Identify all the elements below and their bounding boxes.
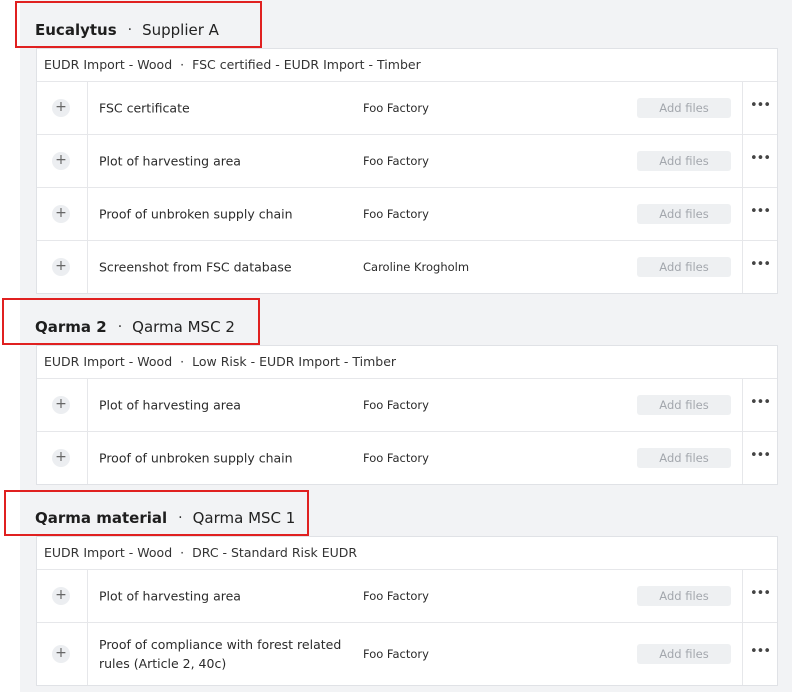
document-owner: Foo Factory (363, 647, 429, 661)
document-row: + Proof of unbroken supply chain Foo Fac… (37, 188, 777, 241)
menu-cell: ••• (742, 379, 777, 431)
menu-cell: ••• (742, 135, 777, 187)
separator-dot: · (180, 545, 185, 560)
card-title: EUDR Import - Wood · FSC certified - EUDR … (37, 49, 777, 82)
expand-cell: + (37, 135, 88, 187)
document-name: Proof of compliance with forest related … (99, 637, 342, 671)
menu-cell: ••• (742, 188, 777, 240)
more-horizontal-icon[interactable]: ••• (743, 449, 777, 463)
more-horizontal-icon[interactable]: ••• (743, 396, 777, 410)
more-horizontal-icon[interactable]: ••• (743, 152, 777, 166)
plus-icon[interactable]: + (52, 645, 70, 663)
more-horizontal-icon[interactable]: ••• (743, 258, 777, 272)
plus-icon[interactable]: + (52, 205, 70, 223)
requirement-card: EUDR Import - Wood · FSC certified - EUDR … (36, 48, 778, 294)
plus-icon[interactable]: + (52, 587, 70, 605)
expand-cell: + (37, 379, 88, 431)
document-owner: Foo Factory (363, 451, 429, 465)
add-files-button[interactable]: Add files (637, 586, 731, 606)
document-row: + Plot of harvesting area Foo Factory Ad… (37, 379, 777, 432)
plus-icon[interactable]: + (52, 396, 70, 414)
add-files-button[interactable]: Add files (637, 644, 731, 664)
menu-cell: ••• (742, 623, 777, 685)
plus-icon[interactable]: + (52, 99, 70, 117)
plus-icon[interactable]: + (52, 152, 70, 170)
expand-cell: + (37, 570, 88, 622)
document-name: Plot of harvesting area (99, 397, 241, 413)
document-owner: Foo Factory (363, 207, 429, 221)
add-files-button[interactable]: Add files (637, 151, 731, 171)
document-owner: Foo Factory (363, 589, 429, 603)
menu-cell: ••• (742, 570, 777, 622)
menu-cell: ••• (742, 432, 777, 484)
more-horizontal-icon[interactable]: ••• (743, 99, 777, 113)
more-horizontal-icon[interactable]: ••• (743, 645, 777, 659)
menu-cell: ••• (742, 241, 777, 293)
document-owner: Foo Factory (363, 398, 429, 412)
card-title-right: Low Risk - EUDR Import - Timber (192, 354, 397, 369)
document-name: Screenshot from FSC database (99, 259, 292, 275)
document-name: Plot of harvesting area (99, 588, 241, 604)
document-row: + Plot of harvesting area Foo Factory Ad… (37, 570, 777, 623)
highlight-box (15, 1, 262, 48)
document-row: + Proof of compliance with forest relate… (37, 623, 777, 685)
card-title-left: EUDR Import - Wood (44, 545, 173, 560)
more-horizontal-icon[interactable]: ••• (743, 205, 777, 219)
document-row: + FSC certificate Foo Factory Add files … (37, 82, 777, 135)
document-row: + Plot of harvesting area Foo Factory Ad… (37, 135, 777, 188)
card-title: EUDR Import - Wood · Low Risk - EUDR Impor… (37, 346, 777, 379)
document-row: + Screenshot from FSC database Caroline … (37, 241, 777, 293)
plus-icon[interactable]: + (52, 449, 70, 467)
document-name: FSC certificate (99, 100, 190, 116)
requirement-card: EUDR Import - Wood · DRC - Standard Risk E… (36, 536, 778, 686)
expand-cell: + (37, 241, 88, 293)
expand-cell: + (37, 432, 88, 484)
add-files-button[interactable]: Add files (637, 448, 731, 468)
card-title-left: EUDR Import - Wood (44, 354, 173, 369)
highlight-box (2, 298, 260, 345)
add-files-button[interactable]: Add files (637, 395, 731, 415)
more-horizontal-icon[interactable]: ••• (743, 587, 777, 601)
document-name: Proof of unbroken supply chain (99, 450, 293, 466)
add-files-button[interactable]: Add files (637, 204, 731, 224)
card-title-right: FSC certified - EUDR Import - Timber (192, 57, 421, 72)
expand-cell: + (37, 623, 88, 685)
document-name: Proof of unbroken supply chain (99, 206, 293, 222)
card-title-left: EUDR Import - Wood (44, 57, 173, 72)
plus-icon[interactable]: + (52, 258, 70, 276)
requirement-card: EUDR Import - Wood · Low Risk - EUDR Impor… (36, 345, 778, 485)
highlight-box (4, 490, 309, 536)
expand-cell: + (37, 188, 88, 240)
add-files-button[interactable]: Add files (637, 257, 731, 277)
document-row: + Proof of unbroken supply chain Foo Fac… (37, 432, 777, 484)
document-owner: Foo Factory (363, 101, 429, 115)
card-title-right: DRC - Standard Risk EUDR (192, 545, 358, 560)
menu-cell: ••• (742, 82, 777, 134)
separator-dot: · (180, 354, 185, 369)
document-owner: Caroline Krogholm (363, 260, 470, 274)
add-files-button[interactable]: Add files (637, 98, 731, 118)
document-owner: Foo Factory (363, 154, 429, 168)
card-title: EUDR Import - Wood · DRC - Standard Risk E… (37, 537, 777, 570)
document-name: Plot of harvesting area (99, 153, 241, 169)
expand-cell: + (37, 82, 88, 134)
separator-dot: · (180, 57, 185, 72)
